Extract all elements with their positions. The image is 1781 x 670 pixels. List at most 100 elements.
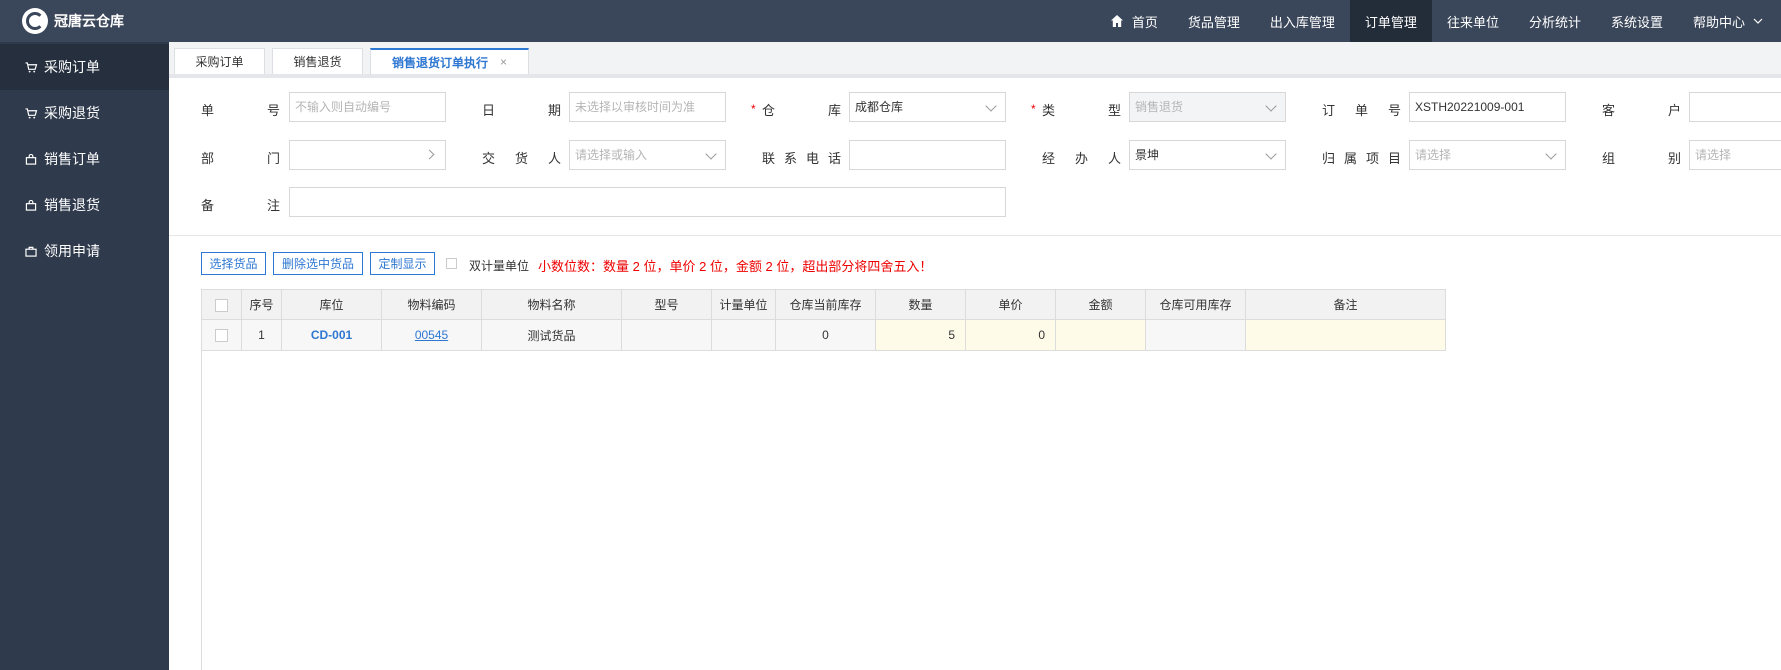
remark-label: 备注 xyxy=(201,198,280,213)
project-label: 归属项目 xyxy=(1322,151,1401,166)
phone-label: 联系电话 xyxy=(762,151,841,166)
handler-select[interactable]: 景坤 xyxy=(1129,140,1286,170)
current-stock-cell: 0 xyxy=(775,319,876,351)
goods-table: 序号 库位 物料编码 物料名称 型号 计量单位 仓库当前库存 数量 单价 金额 … xyxy=(201,289,1446,351)
column-header: 库位 xyxy=(281,289,382,320)
required-mark: * xyxy=(751,102,756,116)
tab-sales-return[interactable]: 销售退货 xyxy=(272,48,363,74)
deliverer-label: 交货人 xyxy=(482,151,561,166)
order-no-input[interactable]: 不输入则自动编号 xyxy=(289,92,446,122)
nav-item-label: 首页 xyxy=(1131,14,1158,30)
row-checkbox[interactable] xyxy=(215,329,228,343)
nav-item-help[interactable]: 帮助中心 xyxy=(1678,0,1781,42)
location-cell[interactable]: CD-001 xyxy=(281,319,382,351)
sidebar-item-sales-order[interactable]: 销售订单 xyxy=(0,136,169,182)
nav-item-analytics[interactable]: 分析统计 xyxy=(1514,0,1596,42)
model-cell xyxy=(621,319,712,351)
remark-input[interactable] xyxy=(289,187,1006,217)
tab-bar: 采购订单 销售退货 销售退货订单执行 × xyxy=(169,42,1781,78)
app-logo[interactable]: 冠唐云仓库 xyxy=(0,0,169,42)
deliverer-select[interactable]: 请选择或输入 xyxy=(569,140,726,170)
column-header: 金额 xyxy=(1055,289,1146,320)
select-all-checkbox[interactable] xyxy=(215,298,228,312)
sidebar-item-purchase-return[interactable]: 采购退货 xyxy=(0,90,169,136)
order-no-label: 单号 xyxy=(201,103,280,118)
tab-purchase-order[interactable]: 采购订单 xyxy=(174,48,265,74)
custom-display-button[interactable]: 定制显示 xyxy=(370,252,435,275)
nav-item-orders[interactable]: 订单管理 xyxy=(1349,0,1432,42)
chevron-down-icon xyxy=(1265,100,1277,112)
tab-label: 销售退货 xyxy=(293,55,342,69)
dept-label: 部门 xyxy=(201,151,280,166)
ref-order-input[interactable]: XSTH20221009-001 xyxy=(1409,92,1566,122)
decimal-tip: 小数位数：数量 2 位，单价 2 位，金额 2 位，超出部分将四舍五入！ xyxy=(538,259,933,274)
column-header: 备注 xyxy=(1245,289,1446,320)
dept-input[interactable] xyxy=(289,140,446,170)
required-mark: * xyxy=(1031,102,1036,116)
sidebar-item-label: 销售退货 xyxy=(44,197,100,213)
cart-icon xyxy=(25,107,38,119)
app-title: 冠唐云仓库 xyxy=(54,13,124,29)
sidebar-item-purchase-order[interactable]: 采购订单 xyxy=(0,44,169,90)
column-header: 仓库当前库存 xyxy=(775,289,876,320)
nav-item-partners[interactable]: 往来单位 xyxy=(1432,0,1514,42)
column-header: 型号 xyxy=(621,289,712,320)
group-select[interactable]: 请选择 xyxy=(1689,140,1781,170)
type-select: 销售退货 xyxy=(1129,92,1286,122)
sidebar-item-label: 采购订单 xyxy=(44,59,100,75)
sidebar-item-sales-return[interactable]: 销售退货 xyxy=(0,182,169,228)
nav-item-goods[interactable]: 货品管理 xyxy=(1173,0,1255,42)
order-form: 单号 不输入则自动编号 日期 未选择以审核时间为准 * 仓库 成都仓库 * 类型… xyxy=(169,78,1781,236)
close-icon[interactable]: × xyxy=(500,55,507,69)
column-header: 序号 xyxy=(241,289,282,320)
quantity-input[interactable]: 5 xyxy=(875,319,966,351)
available-stock-cell xyxy=(1145,319,1246,351)
remark-cell-input[interactable] xyxy=(1245,319,1446,351)
chevron-right-icon xyxy=(424,149,435,160)
nav-item-label: 订单管理 xyxy=(1364,14,1417,30)
chevron-down-icon xyxy=(1545,148,1557,160)
nav-item-inout[interactable]: 出入库管理 xyxy=(1255,0,1350,42)
unit-cell xyxy=(711,319,776,351)
bag-icon xyxy=(25,199,37,211)
phone-input[interactable] xyxy=(849,140,1006,170)
seq-cell: 1 xyxy=(241,319,282,351)
dual-unit-checkbox[interactable] xyxy=(446,258,457,269)
row-select-cell[interactable] xyxy=(201,319,242,351)
sidebar-item-label: 销售订单 xyxy=(44,151,100,167)
cart-icon xyxy=(25,61,38,73)
customer-input[interactable] xyxy=(1689,92,1781,122)
amount-input[interactable] xyxy=(1055,319,1146,351)
nav-item-home[interactable]: 首页 xyxy=(1095,0,1173,42)
sidebar-item-requisition[interactable]: 领用申请 xyxy=(0,228,169,274)
column-header: 仓库可用库存 xyxy=(1145,289,1246,320)
column-header: 物料编码 xyxy=(381,289,482,320)
tab-sales-return-execute[interactable]: 销售退货订单执行 × xyxy=(370,48,529,74)
chevron-down-icon xyxy=(1265,148,1277,160)
top-bar: 首页 货品管理 出入库管理 订单管理 往来单位 分析统计 系统设置 帮助中心 xyxy=(169,0,1781,42)
delete-selected-button[interactable]: 删除选中货品 xyxy=(273,252,363,275)
table-row: 1 CD-001 00545 测试货品 0 5 0 xyxy=(201,319,1446,351)
home-icon xyxy=(1110,15,1123,27)
type-label: 类型 xyxy=(1042,103,1121,118)
material-name-cell: 测试货品 xyxy=(481,319,622,351)
nav-item-settings[interactable]: 系统设置 xyxy=(1596,0,1678,42)
warehouse-select[interactable]: 成都仓库 xyxy=(849,92,1006,122)
select-goods-button[interactable]: 选择货品 xyxy=(201,252,266,275)
sidebar-item-label: 采购退货 xyxy=(44,105,100,121)
select-all-cell[interactable] xyxy=(201,289,242,320)
material-code-link[interactable]: 00545 xyxy=(381,319,482,351)
sidebar: 冠唐云仓库 采购订单 采购退货 销售订单 销售退货 领用申请 xyxy=(0,0,169,670)
column-header: 单价 xyxy=(965,289,1056,320)
group-label: 组别 xyxy=(1602,151,1681,166)
nav-item-label: 分析统计 xyxy=(1528,14,1581,30)
column-header: 计量单位 xyxy=(711,289,776,320)
tab-label: 采购订单 xyxy=(195,55,244,69)
project-select[interactable]: 请选择 xyxy=(1409,140,1566,170)
date-input[interactable]: 未选择以审核时间为准 xyxy=(569,92,726,122)
price-input[interactable]: 0 xyxy=(965,319,1056,351)
nav-item-label: 往来单位 xyxy=(1446,14,1499,30)
date-label: 日期 xyxy=(482,103,561,118)
customer-label: 客户 xyxy=(1602,103,1681,118)
nav-item-label: 系统设置 xyxy=(1610,14,1663,30)
